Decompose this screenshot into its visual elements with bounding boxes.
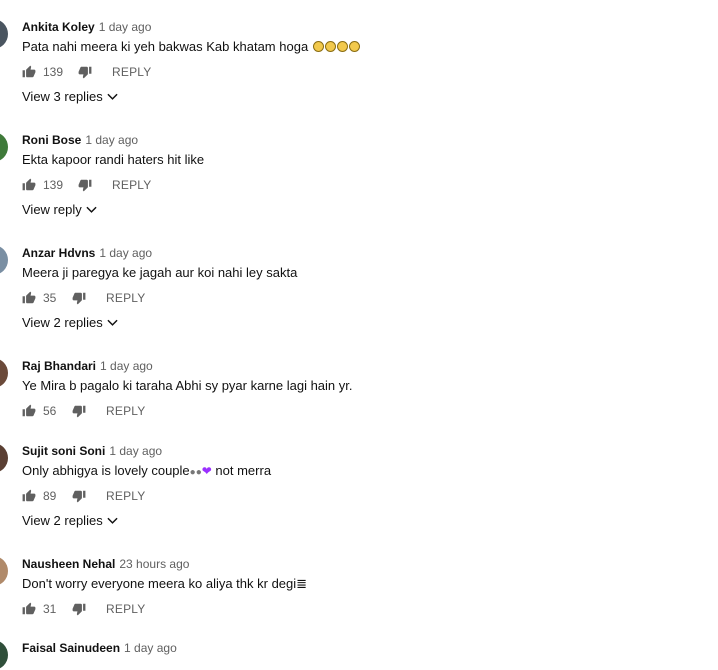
chevron-down-icon: [86, 206, 97, 213]
comment-text-tail: not merra: [211, 463, 272, 478]
comment-time[interactable]: 1 day ago: [99, 20, 152, 34]
tired-face-emoji-icon: [324, 41, 336, 52]
avatar[interactable]: [0, 19, 8, 49]
view-replies-label: View reply: [22, 202, 82, 217]
thumb-up-icon[interactable]: [22, 404, 36, 418]
view-replies-label: View 2 replies: [22, 513, 103, 528]
thumb-down-icon[interactable]: [78, 178, 92, 192]
thumb-down-icon[interactable]: [72, 602, 86, 616]
comment-header: Anzar Hdvns 1 day ago: [22, 245, 152, 261]
thumb-up-icon[interactable]: [22, 178, 36, 192]
like-count: 31: [43, 602, 57, 616]
reply-button[interactable]: REPLY: [106, 489, 145, 503]
chevron-down-icon: [107, 517, 118, 524]
avatar[interactable]: [0, 443, 8, 473]
comment-text: Meera ji paregya ke jagah aur koi nahi l…: [22, 265, 298, 280]
avatar[interactable]: [0, 132, 8, 162]
reply-button[interactable]: REPLY: [106, 404, 145, 418]
like-count: 35: [43, 291, 57, 305]
reply-button[interactable]: REPLY: [106, 602, 145, 616]
like-count: 139: [43, 65, 64, 79]
comment-header: Roni Bose 1 day ago: [22, 132, 138, 148]
author-name[interactable]: Roni Bose: [22, 133, 81, 147]
avatar[interactable]: [0, 358, 8, 388]
view-replies-label: View 2 replies: [22, 315, 103, 330]
tired-face-emoji-icon: [312, 41, 324, 52]
view-replies-button[interactable]: View 2 replies: [22, 315, 118, 330]
comment-actions: 31 REPLY: [22, 600, 145, 618]
comment-time[interactable]: 1 day ago: [100, 359, 153, 373]
thumb-up-icon[interactable]: [22, 489, 36, 503]
like-count: 89: [43, 489, 57, 503]
avatar[interactable]: [0, 556, 8, 586]
comment-time[interactable]: 1 day ago: [85, 133, 138, 147]
reply-button[interactable]: REPLY: [112, 65, 151, 79]
comment-time[interactable]: 1 day ago: [99, 246, 152, 260]
comment-text: Only abhigya is lovely couple●●❤ not mer…: [22, 462, 271, 482]
comment-actions: 139 REPLY: [22, 176, 152, 194]
avatar[interactable]: [0, 245, 8, 275]
comment-text: Ye Mira b pagalo ki taraha Abhi sy pyar …: [22, 378, 353, 393]
like-count: 139: [43, 178, 64, 192]
comment-header: Faisal Sainudeen 1 day ago: [22, 640, 177, 656]
chevron-down-icon: [107, 319, 118, 326]
author-name[interactable]: Anzar Hdvns: [22, 246, 95, 260]
view-replies-button[interactable]: View 3 replies: [22, 89, 118, 104]
thumb-down-icon[interactable]: [72, 291, 86, 305]
author-name[interactable]: Sujit soni Soni: [22, 444, 105, 458]
comment-text-tail: ≣: [296, 576, 308, 591]
view-replies-button[interactable]: View reply: [22, 202, 97, 217]
author-name[interactable]: Nausheen Nehal: [22, 557, 115, 571]
comment-text-body: Only abhigya is lovely couple: [22, 463, 190, 478]
thumb-up-icon[interactable]: [22, 65, 36, 79]
comment-text: Don't worry everyone meera ko aliya thk …: [22, 575, 307, 593]
comment-text-body: Pata nahi meera ki yeh bakwas Kab khatam…: [22, 39, 309, 54]
comment-actions: 35 REPLY: [22, 289, 145, 307]
purple-heart-icon: ❤: [201, 464, 212, 478]
thumb-down-icon[interactable]: [72, 404, 86, 418]
thumb-down-icon[interactable]: [78, 65, 92, 79]
author-name[interactable]: Ankita Koley: [22, 20, 95, 34]
comment-header: Sujit soni Soni 1 day ago: [22, 443, 162, 459]
view-replies-button[interactable]: View 2 replies: [22, 513, 118, 528]
comment-time[interactable]: 1 day ago: [109, 444, 162, 458]
comment-text: Ekta kapoor randi haters hit like: [22, 152, 205, 167]
reply-button[interactable]: REPLY: [106, 291, 145, 305]
comment-text: Pata nahi meera ki yeh bakwas Kab khatam…: [22, 38, 360, 56]
reply-button[interactable]: REPLY: [112, 178, 151, 192]
view-replies-label: View 3 replies: [22, 89, 103, 104]
comment-header: Nausheen Nehal 23 hours ago: [22, 556, 189, 572]
couple-emoji-icon: ●●: [189, 467, 202, 478]
tired-face-emoji-icon: [348, 41, 360, 52]
comment-actions: 56 REPLY: [22, 402, 145, 420]
comment-header: Ankita Koley 1 day ago: [22, 19, 151, 35]
author-name[interactable]: Raj Bhandari: [22, 359, 96, 373]
comment-actions: 139 REPLY: [22, 63, 152, 81]
comment-text-body: Don't worry everyone meera ko aliya thk …: [22, 576, 297, 591]
comment-header: Raj Bhandari 1 day ago: [22, 358, 153, 374]
avatar[interactable]: [0, 640, 8, 670]
comment-time[interactable]: 23 hours ago: [119, 557, 189, 571]
thumb-up-icon[interactable]: [22, 291, 36, 305]
tired-face-emoji-icon: [336, 41, 348, 52]
thumb-down-icon[interactable]: [72, 489, 86, 503]
like-count: 56: [43, 404, 57, 418]
comment-actions: 89 REPLY: [22, 487, 145, 505]
thumb-up-icon[interactable]: [22, 602, 36, 616]
chevron-down-icon: [107, 93, 118, 100]
